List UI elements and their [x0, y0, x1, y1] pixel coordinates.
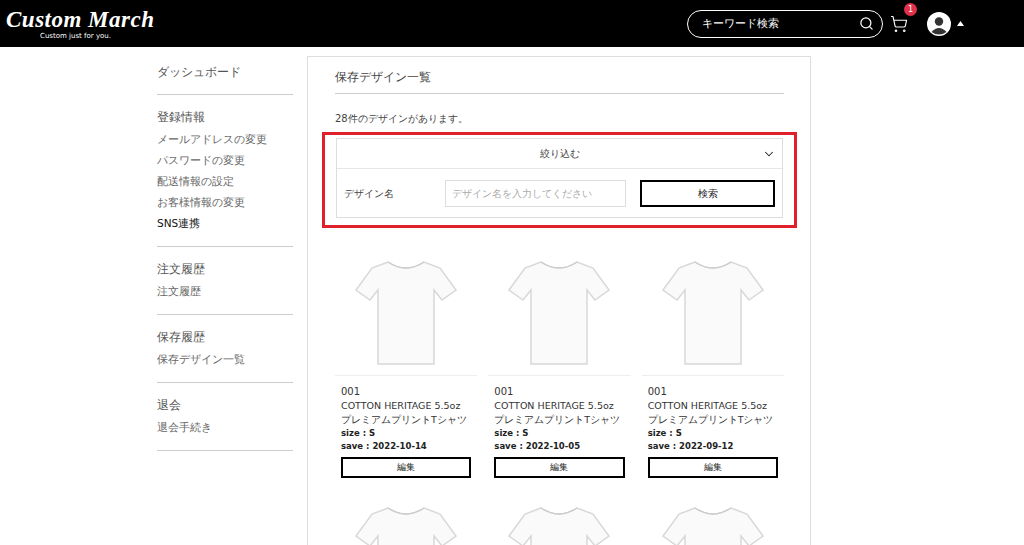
- design-size: size : S: [341, 427, 471, 440]
- edit-button[interactable]: 編集: [648, 457, 778, 478]
- filter-row: デザイン名 検索: [337, 169, 782, 217]
- filter-highlight: 絞り込むデザイン名 検索: [322, 132, 797, 228]
- sidebar-item[interactable]: メールアドレスの変更: [157, 129, 293, 150]
- tshirt-icon: [661, 256, 765, 368]
- filter-title[interactable]: 絞り込む: [540, 147, 580, 161]
- search-button[interactable]: 検索: [640, 180, 775, 207]
- cart-icon[interactable]: [890, 15, 908, 33]
- sidebar-item[interactable]: SNS連携: [157, 213, 293, 234]
- tshirt-icon: [661, 502, 765, 545]
- sidebar-section: 保存履歴保存デザイン一覧: [157, 315, 293, 383]
- design-image[interactable]: [642, 494, 784, 545]
- design-card: 001COTTON HERITAGE 5.5oz プレミアムプリントTシャツsi…: [488, 248, 630, 478]
- tshirt-icon: [507, 502, 611, 545]
- card-body: 001COTTON HERITAGE 5.5oz プレミアムプリントTシャツsi…: [642, 376, 784, 478]
- tshirt-icon: [354, 256, 458, 368]
- logo[interactable]: Custom March Custom just for you.: [6, 8, 155, 40]
- save-date: save : 2022-10-14: [341, 440, 471, 453]
- edit-button[interactable]: 編集: [494, 457, 624, 478]
- design-image[interactable]: [488, 248, 630, 376]
- design-name-input[interactable]: [445, 180, 626, 207]
- sidebar-item[interactable]: 配送情報の設定: [157, 171, 293, 192]
- user-avatar-icon[interactable]: [927, 12, 951, 36]
- sidebar-section: 注文履歴注文履歴: [157, 247, 293, 315]
- keyword-search[interactable]: キーワード検索: [687, 10, 883, 38]
- save-date: save : 2022-09-12: [648, 440, 778, 453]
- edit-button[interactable]: 編集: [341, 457, 471, 478]
- search-icon[interactable]: [859, 16, 874, 31]
- product-name: COTTON HERITAGE 5.5oz プレミアムプリントTシャツ: [648, 399, 778, 427]
- product-name: COTTON HERITAGE 5.5oz プレミアムプリントTシャツ: [341, 399, 471, 427]
- cart-button[interactable]: 1: [887, 12, 911, 36]
- save-date: save : 2022-10-05: [494, 440, 624, 453]
- design-size: size : S: [494, 427, 624, 440]
- design-card: 001COTTON HERITAGE 5.5oz プレミアムプリントTシャツsi…: [642, 248, 784, 478]
- design-image[interactable]: [335, 494, 477, 545]
- logo-tagline: Custom just for you.: [40, 33, 155, 40]
- design-count: 28件のデザインがあります。: [335, 112, 784, 126]
- design-image[interactable]: [335, 248, 477, 376]
- field-label: デザイン名: [344, 187, 445, 201]
- design-image[interactable]: [488, 494, 630, 545]
- content: ダッシュボード登録情報メールアドレスの変更パスワードの変更配送情報の設定お客様情…: [157, 47, 811, 545]
- sidebar-heading: 退会: [157, 395, 293, 415]
- card-body: 001COTTON HERITAGE 5.5oz プレミアムプリントTシャツsi…: [488, 376, 630, 478]
- sidebar-item[interactable]: お客様情報の変更: [157, 192, 293, 213]
- sidebar-section: ダッシュボード: [157, 56, 293, 95]
- tshirt-icon: [354, 502, 458, 545]
- user-menu[interactable]: [927, 12, 964, 36]
- design-number: 001: [648, 385, 778, 399]
- saved-designs-panel: 保存デザイン一覧28件のデザインがあります。絞り込むデザイン名検索001COTT…: [307, 56, 811, 545]
- sidebar-section: 退会退会手続き: [157, 383, 293, 451]
- sidebar-heading: 保存履歴: [157, 327, 293, 347]
- card-body: 001COTTON HERITAGE 5.5oz プレミアムプリントTシャツsi…: [335, 376, 477, 478]
- sidebar-item[interactable]: 保存デザイン一覧: [157, 349, 293, 370]
- sidebar-heading: 注文履歴: [157, 259, 293, 279]
- design-card: [335, 494, 477, 545]
- logo-text[interactable]: Custom March: [6, 8, 155, 31]
- design-number: 001: [341, 385, 471, 399]
- sidebar-item[interactable]: 注文履歴: [157, 281, 293, 302]
- design-image[interactable]: [642, 248, 784, 376]
- page-title: 保存デザイン一覧: [335, 69, 784, 94]
- design-number: 001: [494, 385, 624, 399]
- design-card: [488, 494, 630, 545]
- cart-badge: 1: [904, 3, 917, 16]
- top-bar: Custom March Custom just for you. キーワード検索 1: [0, 0, 1024, 47]
- caret-icon[interactable]: [957, 21, 964, 26]
- sidebar-item[interactable]: パスワードの変更: [157, 150, 293, 171]
- design-card: 001COTTON HERITAGE 5.5oz プレミアムプリントTシャツsi…: [335, 248, 477, 478]
- design-grid: 001COTTON HERITAGE 5.5oz プレミアムプリントTシャツsi…: [335, 248, 784, 545]
- filter-toggle[interactable]: 絞り込む: [337, 139, 782, 169]
- design-card: [642, 494, 784, 545]
- tshirt-icon: [507, 256, 611, 368]
- sidebar-heading: 登録情報: [157, 107, 293, 127]
- search-placeholder[interactable]: キーワード検索: [702, 16, 859, 31]
- design-size: size : S: [648, 427, 778, 440]
- sidebar-section: 登録情報メールアドレスの変更パスワードの変更配送情報の設定お客様情報の変更SNS…: [157, 95, 293, 247]
- sidebar-item[interactable]: 退会手続き: [157, 417, 293, 438]
- sidebar-item[interactable]: ダッシュボード: [157, 62, 293, 82]
- product-name: COTTON HERITAGE 5.5oz プレミアムプリントTシャツ: [494, 399, 624, 427]
- chevron-icon[interactable]: [762, 147, 776, 161]
- sidebar: ダッシュボード登録情報メールアドレスの変更パスワードの変更配送情報の設定お客様情…: [157, 56, 293, 545]
- filter-box: 絞り込むデザイン名 検索: [336, 138, 783, 218]
